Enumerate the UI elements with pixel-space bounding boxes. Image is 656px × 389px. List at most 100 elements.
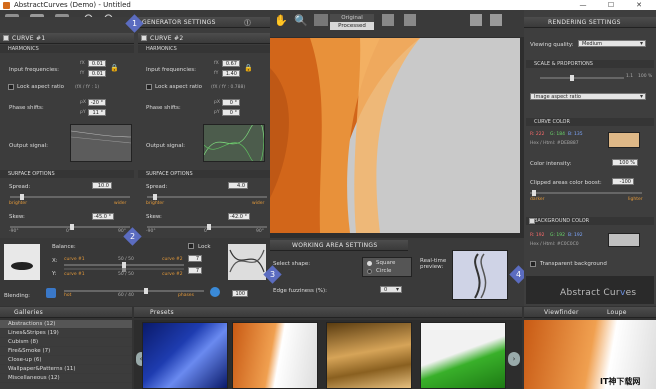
curve2-output-label: Output signal:: [146, 143, 185, 149]
curve1-enable-checkbox[interactable]: [3, 35, 9, 41]
blending-thumb[interactable]: [144, 288, 148, 294]
loupe-tab[interactable]: Loupe: [607, 309, 627, 316]
gallery-item[interactable]: Cubism (8): [0, 338, 132, 347]
blending-input[interactable]: 100: [232, 290, 248, 297]
preset-thumb[interactable]: [142, 322, 228, 389]
clipped-boost-thumb[interactable]: [532, 190, 536, 196]
preset-thumb[interactable]: [420, 322, 506, 389]
bg-color-checkbox[interactable]: [529, 218, 535, 224]
balance-lock-checkbox[interactable]: [188, 243, 194, 249]
transparent-bg-checkbox[interactable]: [530, 261, 536, 267]
help-icon[interactable]: ⓵: [244, 18, 251, 28]
gallery-item[interactable]: Wallpaper&Patterns (11): [0, 365, 132, 374]
gallery-item[interactable]: Fire&Smoke (7): [0, 347, 132, 356]
badge-1-label: 1: [131, 19, 138, 28]
realtime-preview: [452, 250, 508, 300]
blend-mode-icon-left[interactable]: [46, 288, 56, 298]
preset-thumb[interactable]: [326, 322, 412, 389]
balance-y-slider[interactable]: [64, 266, 184, 272]
gallery-item[interactable]: Lines&Stripes (19): [0, 329, 132, 338]
generator-title: GENERATOR SETTINGS: [142, 19, 216, 26]
color-intensity-label: Color intensity:: [530, 161, 572, 167]
bg-color-swatch[interactable]: [608, 233, 640, 247]
tab-processed[interactable]: Processed: [330, 22, 374, 30]
surface2-spread-input[interactable]: 4.0: [228, 182, 248, 189]
edge-fuzziness-select[interactable]: 0: [380, 286, 402, 293]
balance-label: Balance:: [52, 244, 76, 250]
viewing-quality-select[interactable]: Medium: [578, 40, 646, 47]
balance-y-right: curve #2: [162, 272, 183, 277]
surface2-spread-slider[interactable]: [147, 194, 267, 200]
balance-y-label: Y:: [52, 271, 57, 277]
surface1-wider-label: wider: [114, 201, 127, 206]
scale-thumb[interactable]: [570, 75, 574, 81]
tab-original[interactable]: Original: [330, 14, 374, 22]
scale-header: SCALE & PROPORTIONS: [526, 60, 654, 68]
balance-x-input[interactable]: 7: [188, 255, 202, 262]
hand-tool-icon[interactable]: ✋: [274, 14, 288, 27]
curve1-fy-input[interactable]: 0.01: [88, 70, 106, 77]
circle-radio[interactable]: [367, 269, 372, 274]
curve2-lock-icon[interactable]: 🔒: [244, 64, 253, 72]
badge-3-label: 3: [269, 270, 276, 279]
gallery-item[interactable]: Close-up (6): [0, 356, 132, 365]
curve1-px-label: pX: [80, 100, 86, 105]
curve1-fx-input[interactable]: 0.01: [88, 60, 106, 67]
curve2-lock-ratio-checkbox[interactable]: [146, 84, 152, 90]
bg-color-hex: Hex / Html: #C0C0C0: [530, 242, 579, 247]
clipped-boost-input[interactable]: -100: [612, 178, 634, 185]
title-bar: AbstractCurves (Demo) - Untitled: [0, 0, 656, 10]
surface2-tick-mid: 0°: [204, 229, 210, 234]
window-title: AbstractCurves (Demo) - Untitled: [14, 1, 131, 9]
settings-icon[interactable]: [470, 14, 482, 26]
surface2-skew-input[interactable]: -42.0 °: [228, 213, 250, 220]
surface1-spread-input[interactable]: 10.0: [92, 182, 112, 189]
balance-y-thumb[interactable]: [122, 266, 126, 272]
blending-slider[interactable]: [64, 288, 204, 294]
image-aspect-select[interactable]: Image aspect ratio: [530, 93, 646, 100]
curve2-fx-input[interactable]: 0.67: [222, 60, 240, 67]
gallery-item[interactable]: Abstractions (12): [0, 320, 132, 329]
curve2-py-input[interactable]: 0 °: [222, 109, 240, 116]
preset-thumb[interactable]: [232, 322, 318, 389]
surface1-skew-slider[interactable]: [10, 224, 130, 230]
square-radio[interactable]: [367, 261, 372, 266]
compare-view-icon[interactable]: [404, 14, 416, 26]
maximize-button[interactable]: ☐: [598, 0, 624, 10]
surface1-spread-thumb[interactable]: [20, 194, 24, 200]
minimize-button[interactable]: —: [570, 0, 596, 10]
curve2-title: CURVE #2: [150, 35, 184, 42]
clipped-boost-slider[interactable]: [530, 190, 642, 196]
scale-slider[interactable]: [540, 75, 624, 81]
gallery-item[interactable]: Miscellaneous (12): [0, 374, 132, 383]
presets-next-icon[interactable]: ›: [508, 352, 520, 366]
print-icon[interactable]: [490, 14, 502, 26]
surface1-spread-slider[interactable]: [10, 194, 130, 200]
surface1-skew-input[interactable]: -45.0 °: [92, 213, 114, 220]
curve1-px-input[interactable]: -20 °: [88, 99, 106, 106]
split-view-icon[interactable]: [382, 14, 394, 26]
close-button[interactable]: ✕: [626, 0, 652, 10]
balance-y-input[interactable]: 7: [188, 267, 202, 274]
curve1-ratio-note: (fX / fY : 1): [75, 85, 100, 90]
zoom-tool-icon[interactable]: 🔍: [294, 14, 308, 27]
render-canvas[interactable]: [270, 38, 520, 233]
curve1-lock-icon[interactable]: 🔒: [110, 64, 119, 72]
surface2-brighter-label: brighter: [146, 201, 165, 206]
curve2-fy-input[interactable]: 1.40: [222, 70, 240, 77]
curve-color-swatch[interactable]: [608, 132, 640, 148]
blend-left-label: hot: [64, 293, 72, 298]
color-intensity-input[interactable]: 100 %: [612, 159, 638, 166]
curve1-py-input[interactable]: 11 °: [88, 109, 106, 116]
curve2-enable-checkbox[interactable]: [141, 35, 147, 41]
zoom-in-icon[interactable]: [314, 14, 328, 26]
curve2-px-input[interactable]: 0 °: [222, 99, 240, 106]
blend-mode-icon-right[interactable]: [210, 287, 220, 297]
curve1-output-graph: [70, 124, 132, 162]
surface2-spread-thumb[interactable]: [153, 194, 157, 200]
edge-fuzziness-label: Edge fuzziness (%):: [273, 288, 328, 294]
curve1-lock-ratio-checkbox[interactable]: [8, 84, 14, 90]
viewfinder-tab[interactable]: Viewfinder: [544, 309, 579, 316]
surface2-skew-slider[interactable]: [147, 224, 267, 230]
curve-color-header: CURVE COLOR: [526, 118, 654, 126]
